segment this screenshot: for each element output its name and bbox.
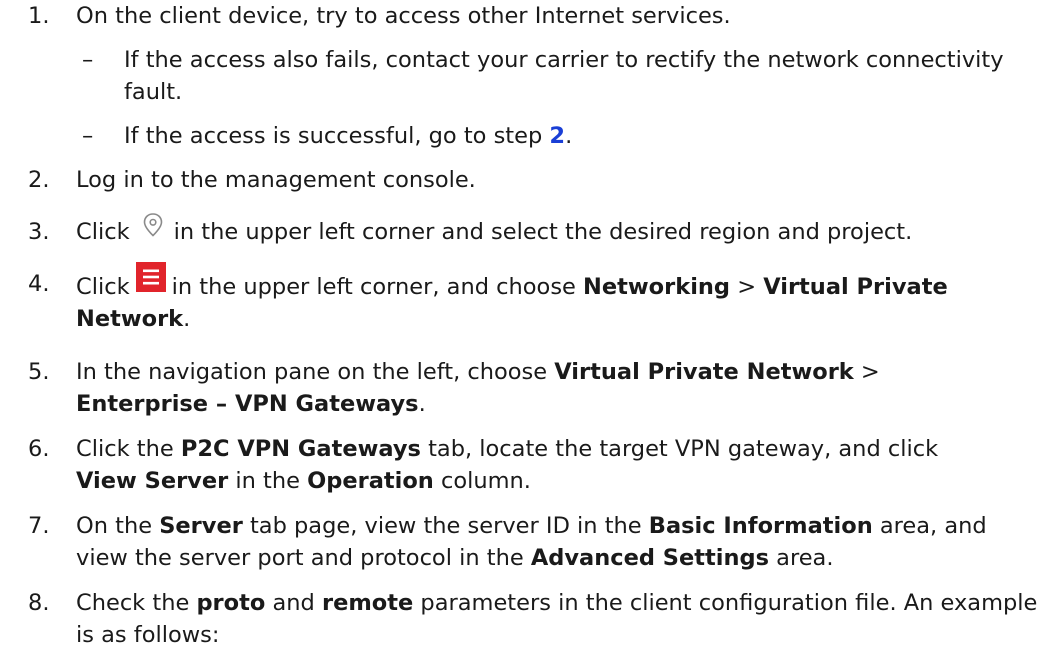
- step-number: 2.: [28, 167, 50, 193]
- substep-text: If the access also fails, contact your c…: [124, 47, 1004, 105]
- step-text: Check the proto and remote parameters in…: [76, 587, 1042, 651]
- step-text: On the client device, try to access othe…: [76, 3, 731, 29]
- hamburger-menu-icon: [135, 262, 166, 292]
- nav-path-vpn: Virtual Private Network: [554, 359, 854, 385]
- step-text-part: In the navigation pane on the left, choo…: [76, 359, 548, 385]
- area-advanced-settings: Advanced Settings: [530, 545, 769, 571]
- step-text-part: tab, locate the target VPN gateway, and …: [428, 436, 939, 462]
- substep-text-part: If the access is successful, go to step: [124, 123, 543, 149]
- step-text: Log in to the management console.: [76, 167, 476, 193]
- path-separator: >: [737, 274, 757, 300]
- area-basic-information: Basic Information: [648, 513, 873, 539]
- step-number: 3.: [28, 219, 50, 245]
- step-text-part: area.: [776, 545, 834, 571]
- location-pin-icon: [138, 210, 168, 240]
- tab-name-p2c: P2C VPN Gateways: [180, 436, 421, 462]
- step-text-part: Click: [76, 219, 130, 245]
- step-text-part: column.: [440, 468, 531, 494]
- step-text: In the navigation pane on the left, choo…: [76, 356, 1042, 420]
- step-text-part: Check the: [76, 590, 190, 616]
- column-name-operation: Operation: [307, 468, 434, 494]
- step-number: 8.: [28, 590, 50, 616]
- step-text-part: Click: [76, 274, 130, 300]
- step-text-part: in the: [235, 468, 300, 494]
- path-separator: >: [860, 359, 880, 385]
- nav-path-enterprise-gateways: Enterprise – VPN Gateways: [76, 391, 419, 417]
- param-proto: proto: [196, 590, 266, 616]
- step-text-part: Click the: [76, 436, 174, 462]
- step-number: 5.: [28, 359, 50, 385]
- step-text: Click the P2C VPN Gateways tab, locate t…: [76, 433, 1042, 497]
- step-text-part: and: [272, 590, 315, 616]
- step-number: 7.: [28, 513, 50, 539]
- step-text-part: in the upper left corner and select the …: [173, 219, 913, 245]
- dash-marker: –: [82, 47, 94, 73]
- substep-text-part: .: [565, 123, 573, 149]
- step-text-part: tab page, view the server ID in the: [249, 513, 642, 539]
- step-text: Click in the upper left corner, and choos…: [76, 262, 1042, 335]
- step-number: 1.: [28, 3, 50, 29]
- step-text: On the Server tab page, view the server …: [76, 510, 1042, 574]
- step-number: 4.: [28, 271, 50, 297]
- step-number: 6.: [28, 436, 50, 462]
- action-view-server: View Server: [76, 468, 229, 494]
- substep-text: If the access is successful, go to step …: [124, 120, 1042, 152]
- tab-name-server: Server: [159, 513, 243, 539]
- step-text-part: .: [418, 391, 426, 417]
- step-text: Click in the upper left corner and select…: [76, 213, 1042, 248]
- step-text-part: in the upper left corner, and choose: [171, 274, 576, 300]
- menu-path-networking: Networking: [583, 274, 731, 300]
- step-text-part: .: [183, 306, 191, 332]
- param-remote: remote: [321, 590, 414, 616]
- dash-marker: –: [82, 123, 94, 149]
- step-2-link[interactable]: 2: [549, 123, 565, 149]
- step-text-part: On the: [76, 513, 153, 539]
